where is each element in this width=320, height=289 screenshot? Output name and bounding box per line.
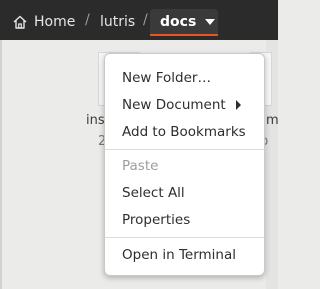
menu-item-add-to-bookmarks[interactable]: Add to Bookmarks	[105, 120, 264, 144]
breadcrumb-home[interactable]: Home	[8, 9, 78, 35]
menu-item-label: Properties	[122, 212, 191, 228]
home-icon	[12, 14, 28, 30]
menu-item-properties[interactable]: Properties	[105, 208, 264, 232]
context-menu: New Folder… New Document Add to Bookmark…	[104, 53, 265, 276]
active-crumb-underline	[150, 34, 218, 36]
menu-item-label: New Folder…	[122, 70, 211, 86]
menu-separator	[105, 237, 264, 238]
breadcrumb-lutris-label: lutris	[100, 14, 136, 30]
menu-item-label: Paste	[122, 158, 159, 174]
breadcrumb-separator: /	[85, 12, 90, 28]
menu-item-new-folder[interactable]: New Folder…	[105, 66, 264, 90]
breadcrumb-home-label: Home	[34, 14, 76, 30]
breadcrumb-docs[interactable]: docs	[150, 9, 218, 36]
sidebar-edge	[0, 40, 2, 289]
file-manager-window: Home / lutris / docs inst 2 am b New Fol…	[0, 0, 278, 289]
menu-item-label: New Document	[122, 97, 226, 113]
path-bar: Home / lutris / docs	[0, 0, 278, 40]
menu-item-new-document[interactable]: New Document	[105, 93, 264, 117]
menu-separator	[105, 149, 264, 150]
breadcrumb-separator: /	[143, 12, 148, 28]
menu-item-paste: Paste	[105, 154, 264, 178]
menu-item-select-all[interactable]: Select All	[105, 181, 264, 205]
chevron-right-icon	[236, 100, 241, 110]
breadcrumb-lutris[interactable]: lutris	[100, 9, 140, 35]
chevron-down-icon[interactable]	[205, 19, 216, 25]
menu-item-label: Add to Bookmarks	[122, 124, 246, 140]
menu-item-open-in-terminal[interactable]: Open in Terminal	[105, 243, 264, 267]
breadcrumb-docs-label: docs	[160, 14, 197, 30]
menu-item-label: Select All	[122, 185, 185, 201]
menu-item-label: Open in Terminal	[122, 247, 236, 263]
